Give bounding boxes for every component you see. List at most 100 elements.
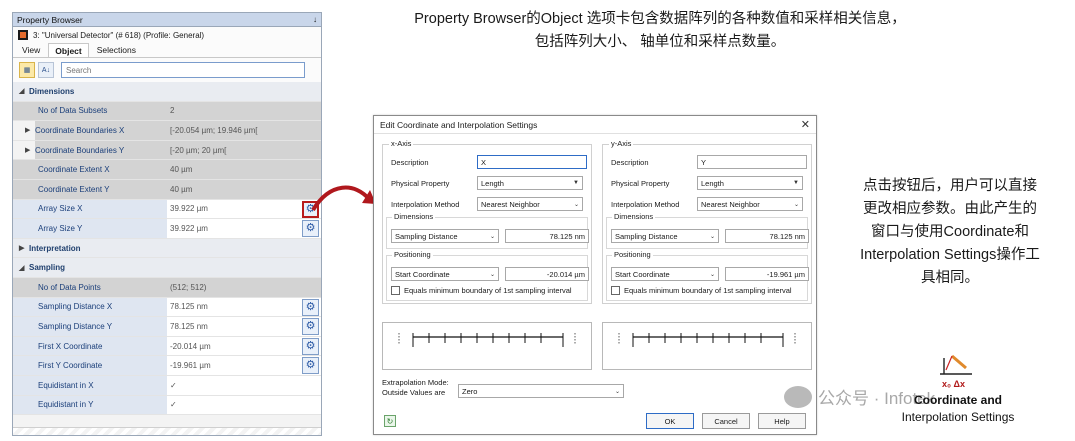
y-interpolation-select[interactable]: Nearest Neighbor ⌄ xyxy=(697,197,803,211)
property-row[interactable]: First X Coordinate -20.014 µm ⚙ xyxy=(13,336,321,357)
property-row[interactable]: Sampling Distance Y 78.125 nm ⚙ xyxy=(13,317,321,337)
x-physical-property-label: Physical Property xyxy=(391,178,450,188)
extrapolation-label-line2: Outside Values are xyxy=(382,388,446,397)
cancel-button[interactable]: Cancel xyxy=(702,413,750,429)
x-equals-boundary-label: Equals minimum boundary of 1st sampling … xyxy=(404,286,572,295)
category-dimensions[interactable]: ◢ Dimensions xyxy=(13,82,321,102)
property-row[interactable]: Equidistant in X ✓ xyxy=(13,375,321,396)
right-annotation: 点击按钮后，用户可以直接 更改相应参数。由此产生的 窗口与使用Coordinat… xyxy=(828,175,1072,290)
pin-icon[interactable]: ↓ xyxy=(313,15,317,24)
tab-object[interactable]: Object xyxy=(48,43,89,57)
property-row[interactable]: No of Data Subsets 2 xyxy=(13,101,321,122)
property-value[interactable]: 39.922 µm xyxy=(167,199,321,219)
chevron-down-icon: ▼ xyxy=(573,180,579,186)
property-row[interactable]: ▶ Coordinate Boundaries Y [-20 µm; 20 µm[ xyxy=(13,140,321,161)
property-name: Coordinate Boundaries Y xyxy=(35,140,167,160)
property-row[interactable]: Array Size Y 39.922 µm ⚙ xyxy=(13,219,321,239)
x-axis-preview xyxy=(382,322,592,370)
category-sampling[interactable]: ◢ Sampling xyxy=(13,258,321,278)
expand-arrow-icon[interactable]: ◢ xyxy=(19,87,29,95)
gear-icon[interactable]: ⚙ xyxy=(302,298,319,316)
tab-view[interactable]: View xyxy=(16,43,46,57)
property-name: Array Size Y xyxy=(13,219,167,238)
x-physical-property-select[interactable]: Length ▼ xyxy=(477,176,583,190)
categorized-view-icon[interactable]: ▦ xyxy=(19,62,35,78)
dialog-title: Edit Coordinate and Interpolation Settin… xyxy=(380,119,538,130)
x-start-coordinate-input[interactable]: -20.014 µm xyxy=(505,267,589,281)
chevron-down-icon: ⌄ xyxy=(489,233,495,240)
property-browser-title: Property Browser xyxy=(17,14,83,25)
right-annotation-line: Interpolation Settings操作工 xyxy=(860,247,1040,263)
y-sampling-distance-input[interactable]: 78.125 nm xyxy=(725,229,809,243)
property-value[interactable]: 39.922 µm xyxy=(167,219,321,238)
y-physical-property-select[interactable]: Length ▼ xyxy=(697,176,803,190)
x-positioning-box: Positioning Start Coordinate ⌄ -20.014 µm… xyxy=(386,250,589,301)
property-name: Equidistant in Y xyxy=(13,395,167,415)
property-value: [-20 µm; 20 µm[ xyxy=(167,140,321,160)
gear-icon[interactable]: ⚙ xyxy=(302,337,319,355)
expand-arrow-icon[interactable]: ▶ xyxy=(25,126,35,134)
y-equals-boundary-checkbox[interactable] xyxy=(611,286,620,295)
property-grid: ◢ Dimensions No of Data Subsets 2 ▶ Coordinat… xyxy=(13,82,321,416)
right-annotation-line: 点击按钮后，用户可以直接 xyxy=(863,178,1037,194)
property-value[interactable]: 78.125 nm xyxy=(167,317,321,336)
property-name: Coordinate Extent Y xyxy=(13,179,167,199)
dialog-titlebar: Edit Coordinate and Interpolation Settin… xyxy=(374,116,816,134)
property-row[interactable]: Coordinate Extent X 40 µm xyxy=(13,160,321,180)
x-axis-section: x-Axis Description X Physical Property L… xyxy=(382,139,592,304)
y-positioning-mode-select[interactable]: Start Coordinate ⌄ xyxy=(611,267,719,281)
top-annotation-line2: 包括阵列大小、 轴单位和采样点数量。 xyxy=(534,34,786,50)
close-icon[interactable]: ✕ xyxy=(801,118,810,131)
wechat-icon xyxy=(784,385,812,408)
x-interpolation-select[interactable]: Nearest Neighbor ⌄ xyxy=(477,197,583,211)
property-row[interactable]: First Y Coordinate -19.961 µm ⚙ xyxy=(13,356,321,376)
property-name: First X Coordinate xyxy=(13,336,167,356)
property-value: (512; 512) xyxy=(167,277,321,297)
tool-label-line1: Coordinate and xyxy=(913,393,1002,407)
property-row[interactable]: Coordinate Extent Y 40 µm xyxy=(13,179,321,200)
y-dimensions-label: Dimensions xyxy=(612,212,656,221)
property-value[interactable]: ✓ xyxy=(167,375,321,395)
gear-icon[interactable]: ⚙ xyxy=(302,318,319,336)
help-button[interactable]: Help xyxy=(758,413,806,429)
tab-selections[interactable]: Selections xyxy=(91,43,142,57)
property-value[interactable]: -19.961 µm xyxy=(167,356,321,375)
y-dimensions-box: Dimensions Sampling Distance ⌄ 78.125 nm xyxy=(606,212,809,249)
y-description-input[interactable]: Y xyxy=(697,155,807,169)
search-input[interactable] xyxy=(61,62,305,78)
ok-button[interactable]: OK xyxy=(646,413,694,429)
property-value: 40 µm xyxy=(167,179,321,199)
x-positioning-mode-select[interactable]: Start Coordinate ⌄ xyxy=(391,267,499,281)
reset-icon[interactable]: ↻ xyxy=(384,415,396,427)
property-row[interactable]: ▶ Coordinate Boundaries X [-20.054 µm; 19.… xyxy=(13,121,321,141)
property-row[interactable]: Array Size X 39.922 µm ⚙ xyxy=(13,199,321,220)
category-interpretation[interactable]: ▶ Interpretation xyxy=(13,238,321,259)
coordinate-interpolation-tool-icon: x₀ Δx xyxy=(940,354,972,389)
expand-arrow-icon[interactable]: ▶ xyxy=(19,244,29,252)
gear-icon[interactable]: ⚙ xyxy=(302,357,319,375)
property-name: Equidistant in X xyxy=(13,375,167,395)
y-start-coordinate-input[interactable]: -19.961 µm xyxy=(725,267,809,281)
y-interpolation-label: Interpolation Method xyxy=(611,199,680,209)
chevron-down-icon: ⌄ xyxy=(709,233,715,240)
x-description-input[interactable]: X xyxy=(477,155,587,169)
property-value[interactable]: 78.125 nm xyxy=(167,297,321,317)
x-sampling-distance-input[interactable]: 78.125 nm xyxy=(505,229,589,243)
property-row[interactable]: No of Data Points (512; 512) xyxy=(13,277,321,298)
y-dimensions-mode-select[interactable]: Sampling Distance ⌄ xyxy=(611,229,719,243)
expand-arrow-icon[interactable]: ▶ xyxy=(25,146,35,154)
sort-alphabetical-icon[interactable]: A↓ xyxy=(38,62,54,78)
property-browser-panel: Property Browser ↓ 3: "Universal Detecto… xyxy=(12,12,322,436)
x-equals-boundary-checkbox[interactable] xyxy=(391,286,400,295)
expand-arrow-icon[interactable]: ◢ xyxy=(19,264,29,272)
property-value[interactable]: -20.014 µm xyxy=(167,336,321,356)
x-dimensions-mode-select[interactable]: Sampling Distance ⌄ xyxy=(391,229,499,243)
chevron-down-icon: ⌄ xyxy=(709,271,715,278)
extrapolation-select[interactable]: Zero ⌄ xyxy=(458,384,624,398)
property-row[interactable]: Equidistant in Y ✓ xyxy=(13,395,321,416)
property-row[interactable]: Sampling Distance X 78.125 nm ⚙ xyxy=(13,297,321,318)
property-value[interactable]: ✓ xyxy=(167,395,321,415)
x-dimensions-mode-value: Sampling Distance xyxy=(395,231,458,241)
property-name: Coordinate Extent X xyxy=(13,160,167,179)
extrapolation-label: Extrapolation Mode: Outside Values are xyxy=(382,378,449,398)
